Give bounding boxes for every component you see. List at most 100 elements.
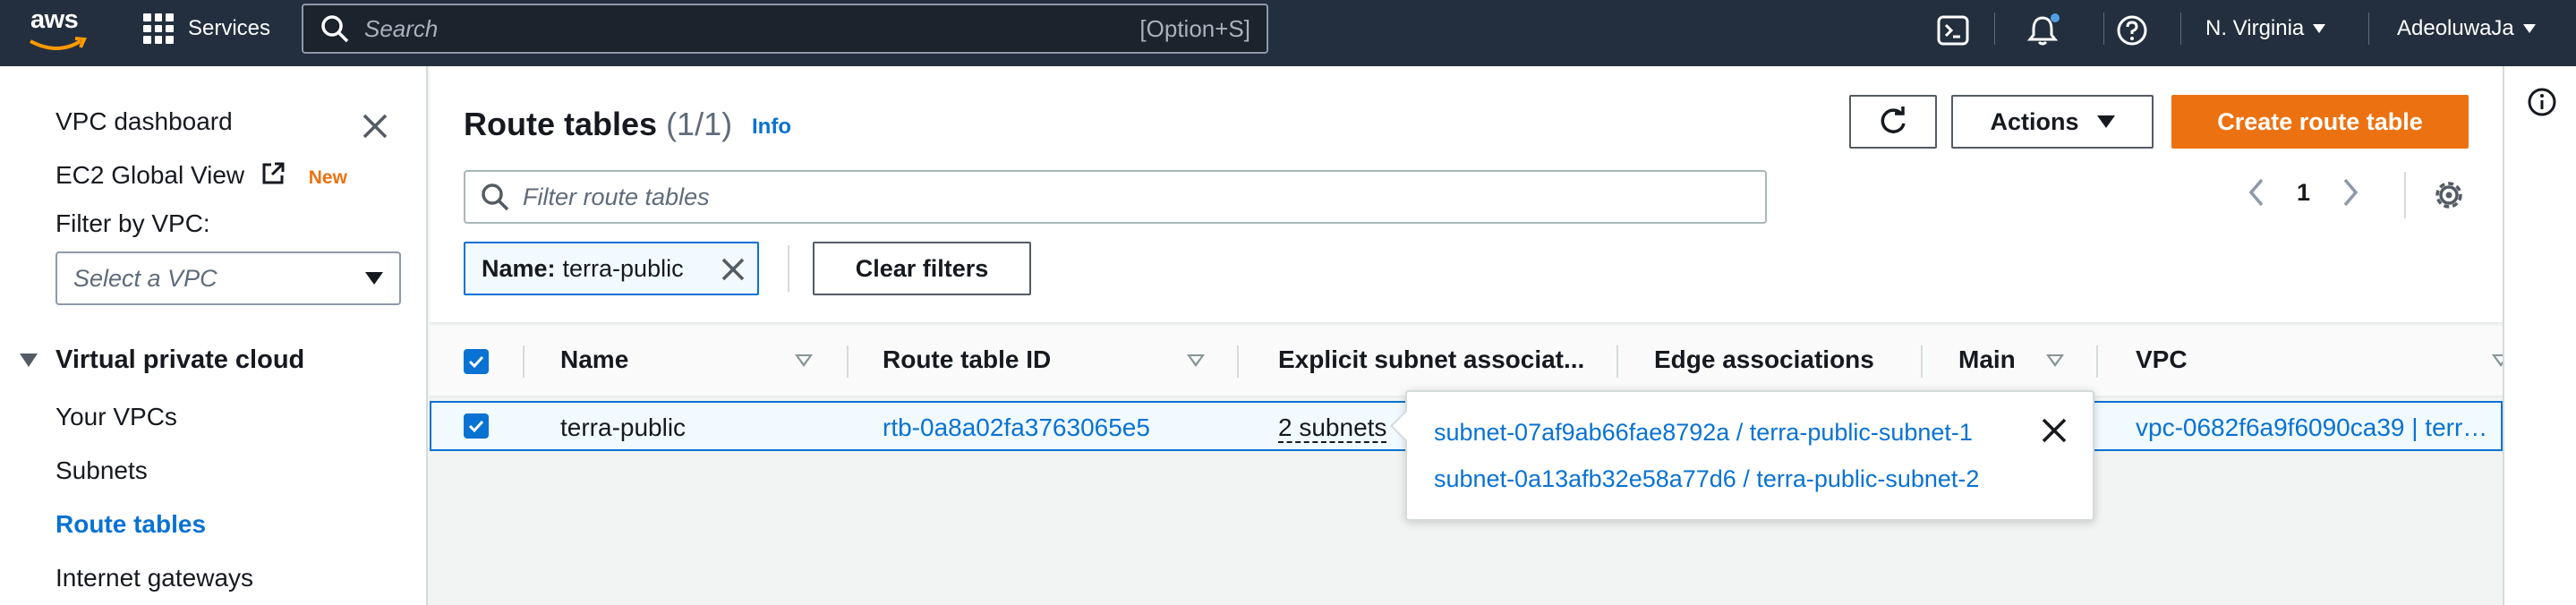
checkmark-icon <box>468 355 484 369</box>
services-menu-button[interactable]: Services <box>143 0 270 57</box>
nav-divider <box>2368 13 2369 45</box>
help-icon[interactable] <box>2114 13 2150 48</box>
top-navigation: aws Services [Option+S] N <box>0 0 2576 66</box>
table-header-panel: Route tables (1/1) Info Actions Create r… <box>430 66 2503 324</box>
sort-icon[interactable] <box>1187 354 1205 367</box>
region-selector[interactable]: N. Virginia <box>2205 16 2326 41</box>
sort-icon[interactable] <box>795 354 813 367</box>
nav-divider <box>2103 13 2104 45</box>
pagination: 1 <box>2247 177 2360 208</box>
help-panel-rail <box>2503 66 2576 605</box>
column-divider <box>523 345 525 378</box>
virtual-private-cloud-section[interactable]: Virtual private cloud <box>20 345 304 375</box>
sidebar-item-internet-gateways[interactable]: Internet gateways <box>55 564 253 592</box>
column-header-label: Edge associations <box>1654 345 1874 373</box>
column-header-label: Route table ID <box>883 345 1052 373</box>
page-title-text: Route tables <box>464 106 658 142</box>
subnet-link[interactable]: subnet-07af9ab66fae8792a / terra-public-… <box>1434 419 1973 447</box>
sort-icon[interactable] <box>2046 354 2064 367</box>
sidebar-item-subnets[interactable]: Subnets <box>55 456 148 485</box>
table-header-row: Name Route table ID Explicit subnet asso… <box>430 326 2510 397</box>
cloudshell-icon[interactable] <box>1935 13 1971 48</box>
row-name: terra-public <box>560 413 687 441</box>
subnets-popover: subnet-07af9ab66fae8792a / terra-public-… <box>1390 390 2094 521</box>
refresh-button[interactable] <box>1849 95 1937 149</box>
nav-divider <box>1994 13 1995 45</box>
column-divider <box>847 345 849 378</box>
clear-filters-button[interactable]: Clear filters <box>813 242 1031 295</box>
sidebar-vpc-dashboard-link[interactable]: VPC dashboard <box>55 107 233 136</box>
selection-count: (1/1) <box>666 106 733 142</box>
sidebar-item-your-vpcs[interactable]: Your VPCs <box>55 403 177 431</box>
filter-divider <box>788 245 789 292</box>
filter-token: Name: terra-public <box>464 242 759 295</box>
sidebar-ec2-global-view-link[interactable]: EC2 Global View New <box>55 161 347 190</box>
settings-gear-icon[interactable] <box>2431 177 2467 213</box>
info-icon[interactable] <box>2526 86 2558 118</box>
vpc-filter-select[interactable]: Select a VPC <box>55 251 401 305</box>
row-select-checkbox[interactable] <box>464 413 489 439</box>
ec2-global-view-label: EC2 Global View <box>55 161 245 189</box>
select-all-checkbox[interactable] <box>464 349 489 374</box>
side-navigation: VPC dashboard EC2 Global View New Filter… <box>0 66 428 605</box>
filter-route-tables[interactable] <box>464 170 1767 224</box>
expand-caret-icon <box>20 354 38 367</box>
caret-down-icon <box>2522 24 2536 33</box>
column-header-explicit-subnet-associations[interactable]: Explicit subnet associat... <box>1278 345 1584 374</box>
vpc-select-placeholder: Select a VPC <box>73 264 218 292</box>
search-icon <box>482 183 509 211</box>
external-link-icon <box>262 162 285 184</box>
column-header-label: Main <box>1958 345 2016 373</box>
column-divider <box>1237 345 1239 378</box>
bell-icon[interactable] <box>2025 13 2060 48</box>
aws-smile-icon <box>30 37 87 50</box>
previous-page-icon[interactable] <box>2247 177 2266 208</box>
caret-down-icon <box>2096 115 2115 128</box>
services-grid-icon <box>143 13 174 44</box>
sidebar-item-route-tables[interactable]: Route tables <box>55 510 206 539</box>
caret-down-icon <box>2313 24 2326 33</box>
create-route-table-button[interactable]: Create route table <box>2171 95 2469 149</box>
column-divider <box>1616 345 1618 378</box>
column-header-label: VPC <box>2136 345 2188 373</box>
column-header-label: Name <box>560 345 629 373</box>
close-navigation-icon[interactable] <box>360 111 390 141</box>
section-title: Virtual private cloud <box>55 345 305 374</box>
pagination-divider <box>2404 172 2406 218</box>
explicit-subnets-text: 2 subnets <box>1278 413 1387 443</box>
services-label: Services <box>188 16 271 40</box>
column-header-name[interactable]: Name <box>560 345 628 374</box>
new-badge: New <box>308 167 347 188</box>
actions-button[interactable]: Actions <box>1951 95 2154 149</box>
filter-token-value: terra-public <box>562 254 684 282</box>
column-divider <box>1921 345 1923 378</box>
global-search-input[interactable] <box>364 14 1140 43</box>
account-label: AdeoluwaJa <box>2397 16 2514 40</box>
filter-route-tables-input[interactable] <box>523 183 1765 211</box>
account-menu[interactable]: AdeoluwaJa <box>2397 16 2536 41</box>
column-header-vpc[interactable]: VPC <box>2136 345 2188 374</box>
create-route-table-label: Create route table <box>2217 107 2423 135</box>
remove-filter-icon[interactable] <box>718 254 748 285</box>
column-header-edge-associations[interactable]: Edge associations <box>1654 345 1874 374</box>
subnet-link[interactable]: subnet-0a13afb32e58a77d6 / terra-public-… <box>1434 465 1979 493</box>
refresh-icon <box>1881 107 1906 133</box>
column-header-main[interactable]: Main <box>1958 345 2016 374</box>
route-table-id-link[interactable]: rtb-0a8a02fa3763065e5 <box>883 413 1150 442</box>
info-link[interactable]: Info <box>752 115 791 140</box>
next-page-icon[interactable] <box>2341 177 2360 208</box>
main-content: Route tables (1/1) Info Actions Create r… <box>430 66 2510 605</box>
close-popover-icon[interactable] <box>2039 415 2069 446</box>
aws-logo[interactable]: aws <box>29 5 91 59</box>
global-search[interactable]: [Option+S] <box>302 4 1268 54</box>
clear-filters-label: Clear filters <box>855 254 989 282</box>
column-header-route-table-id[interactable]: Route table ID <box>883 345 1051 374</box>
checkmark-icon <box>468 420 484 433</box>
vpc-link[interactable]: vpc-0682f6a9f6090ca39 | terr… <box>2136 413 2487 442</box>
aws-logo-text: aws <box>30 5 79 34</box>
column-divider <box>2096 345 2098 378</box>
search-shortcut-hint: [Option+S] <box>1139 14 1250 42</box>
current-page[interactable]: 1 <box>2297 179 2310 207</box>
actions-label: Actions <box>1990 107 2079 135</box>
explicit-subnets-trigger[interactable]: 2 subnets <box>1278 413 1387 443</box>
